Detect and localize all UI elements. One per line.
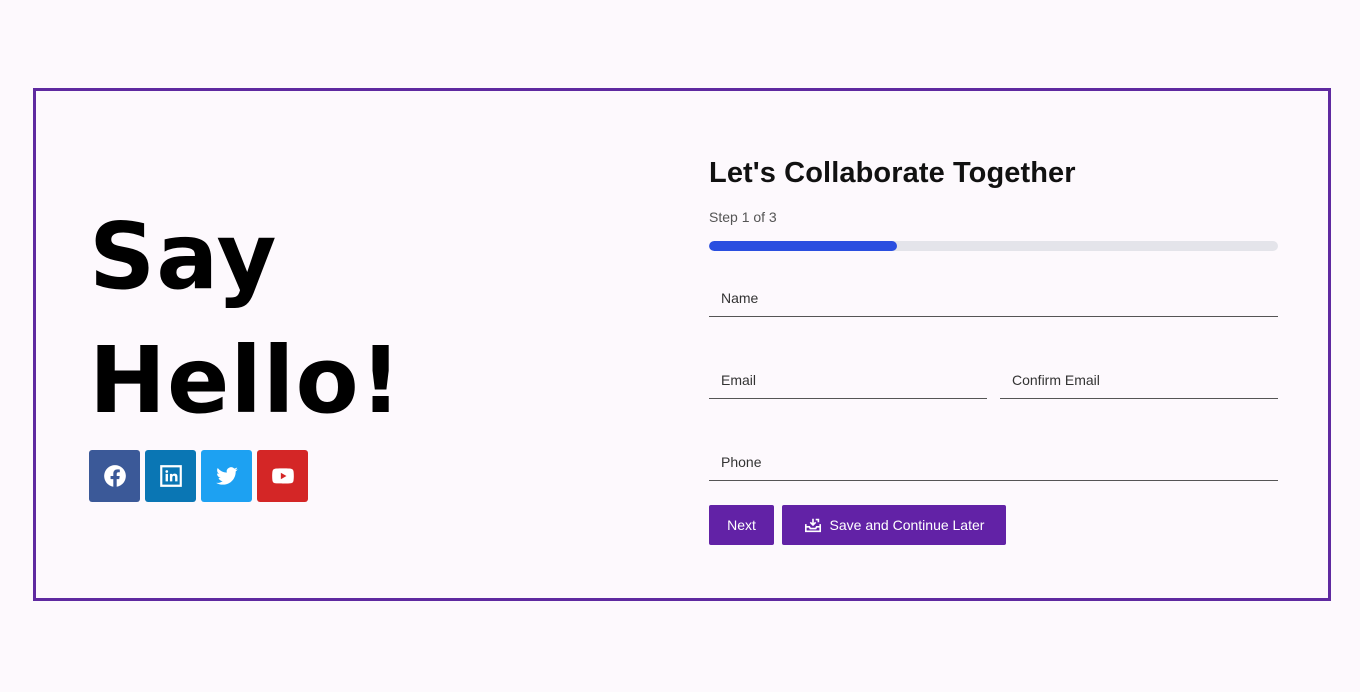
progress-bar: [709, 241, 1278, 251]
hero-line-1: Say: [89, 203, 278, 310]
twitter-button[interactable]: [201, 450, 252, 502]
phone-field: [709, 444, 1278, 481]
save-button-label: Save and Continue Later: [829, 517, 985, 533]
youtube-icon: [271, 468, 294, 484]
name-field: [709, 280, 1278, 317]
contact-card: Say Hello! Let's Collaborate Together St…: [33, 88, 1331, 601]
linkedin-icon: [159, 465, 182, 487]
hero-panel: Say Hello!: [89, 91, 649, 598]
form-panel: Let's Collaborate Together Step 1 of 3 N…: [707, 91, 1278, 598]
youtube-button[interactable]: [257, 450, 308, 502]
progress-bar-fill: [709, 241, 897, 251]
confirm-email-input[interactable]: [1000, 362, 1278, 398]
email-field: [709, 362, 987, 399]
save-and-continue-later-button[interactable]: Save and Continue Later: [782, 505, 1006, 545]
hero-line-2: Hello!: [89, 327, 403, 434]
facebook-icon: [103, 465, 126, 487]
twitter-icon: [215, 467, 238, 485]
hero-heading: Say Hello!: [89, 195, 403, 443]
phone-input[interactable]: [709, 444, 1278, 480]
email-input[interactable]: [709, 362, 987, 398]
name-input[interactable]: [709, 280, 1278, 316]
save-inbox-icon: [804, 518, 821, 533]
confirm-email-field: [1000, 362, 1278, 399]
facebook-button[interactable]: [89, 450, 140, 502]
next-button[interactable]: Next: [709, 505, 774, 545]
form-title: Let's Collaborate Together: [709, 157, 1076, 189]
social-links: [89, 450, 308, 502]
step-indicator: Step 1 of 3: [709, 209, 777, 225]
next-button-label: Next: [727, 517, 756, 533]
linkedin-button[interactable]: [145, 450, 196, 502]
